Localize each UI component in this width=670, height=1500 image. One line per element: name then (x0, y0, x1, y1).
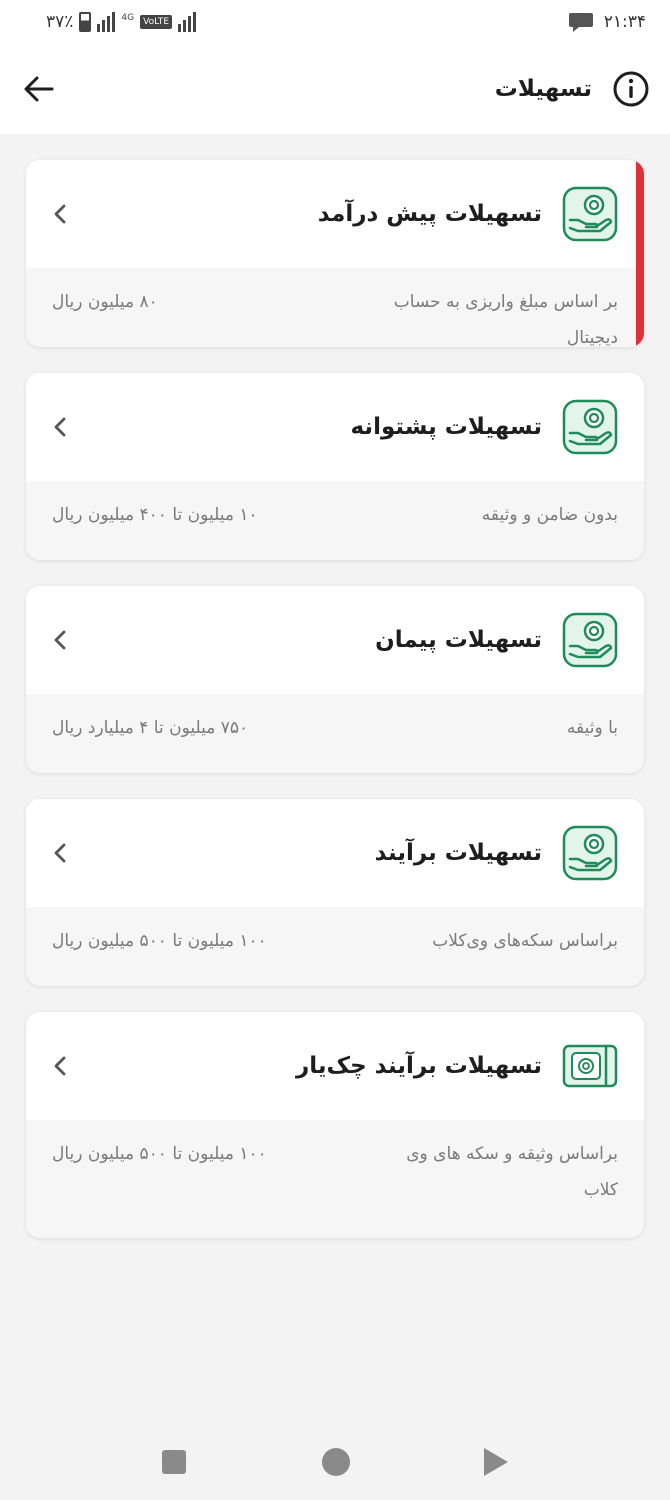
status-bar: ۳۷٪ 4G VoLTE ۲۱:۳۴ (0, 0, 670, 44)
loan-card[interactable]: تسهیلات پیمان با وثیقه ۷۵۰ میلیون تا ۴ میل… (26, 586, 644, 773)
coin-hand-icon (562, 399, 618, 455)
card-header (26, 586, 644, 694)
page-title: تسهیلات (494, 76, 592, 102)
loan-card[interactable]: تسهیلات برآیند براساس سکه‌های وی‌کلاب ۱۰۰ … (26, 799, 644, 986)
cheque-icon (562, 1038, 618, 1094)
message-icon (568, 13, 593, 32)
card-title: تسهیلات پشتوانه (350, 414, 542, 440)
loan-card[interactable]: تسهیلات پیش درآمد بر اساس مبلغ واریزی به … (26, 160, 644, 347)
card-description: با وثیقه (566, 718, 618, 738)
card-title: تسهیلات پیمان (375, 627, 542, 653)
card-description: بدون ضامن و وثیقه (481, 505, 618, 525)
status-left-group: ۳۷٪ 4G VoLTE (46, 9, 197, 35)
coin-hand-icon (562, 186, 618, 242)
chevron-left-icon[interactable] (50, 626, 70, 654)
volte-badge: VoLTE (140, 15, 173, 29)
loan-card[interactable]: تسهیلات پشتوانه بدون ضامن و وثیقه ۱۰ میلیو… (26, 373, 644, 560)
app-bar: تسهیلات (0, 44, 670, 134)
coin-hand-icon (562, 612, 618, 668)
card-title: تسهیلات برآیند چک‌یار (296, 1053, 542, 1079)
card-amount: ۱۰ میلیون تا ۴۰۰ میلیون ریال (52, 505, 258, 525)
loan-card[interactable]: تسهیلات برآیند چک‌یار براساس وثیقه و سکه … (26, 1012, 644, 1238)
card-amount: ۱۰۰ میلیون تا ۵۰۰ میلیون ریال (52, 1144, 267, 1164)
back-nav-button[interactable] (484, 1448, 508, 1476)
card-description: براساس وثیقه و سکه های وی کلاب (406, 1144, 618, 1200)
card-description: بر اساس مبلغ واریزی به حساب دیجیتال (393, 292, 618, 347)
coin-hand-icon (562, 825, 618, 881)
card-title: تسهیلات برآیند (374, 840, 542, 866)
network-type: 4G (121, 13, 135, 23)
card-title: تسهیلات پیش درآمد (317, 201, 542, 227)
chevron-left-icon[interactable] (50, 1052, 70, 1080)
back-button[interactable] (20, 70, 58, 108)
info-button[interactable] (612, 70, 650, 108)
status-right-group: ۲۱:۳۴ (568, 8, 646, 36)
card-amount: ۱۰۰ میلیون تا ۵۰۰ میلیون ریال (52, 931, 267, 951)
card-amount: ۷۵۰ میلیون تا ۴ میلیارد ریال (52, 718, 249, 738)
info-icon (613, 71, 649, 107)
active-indicator (636, 160, 644, 347)
home-button[interactable] (322, 1448, 350, 1476)
signal-icon (97, 12, 116, 32)
chevron-left-icon[interactable] (50, 200, 70, 228)
chevron-left-icon[interactable] (50, 413, 70, 441)
arrow-left-icon (24, 76, 54, 102)
card-amount: ۸۰ میلیون ریال (52, 292, 158, 312)
card-header (26, 373, 644, 481)
battery-percent: ۳۷٪ (46, 12, 74, 32)
system-nav-bar (0, 1420, 670, 1500)
signal-icon-2 (178, 12, 197, 32)
card-header (26, 799, 644, 907)
recent-apps-button[interactable] (162, 1450, 186, 1474)
battery-icon (79, 12, 92, 32)
chevron-left-icon[interactable] (50, 839, 70, 867)
card-description: براساس سکه‌های وی‌کلاب (432, 931, 618, 951)
status-time: ۲۱:۳۴ (603, 12, 646, 32)
